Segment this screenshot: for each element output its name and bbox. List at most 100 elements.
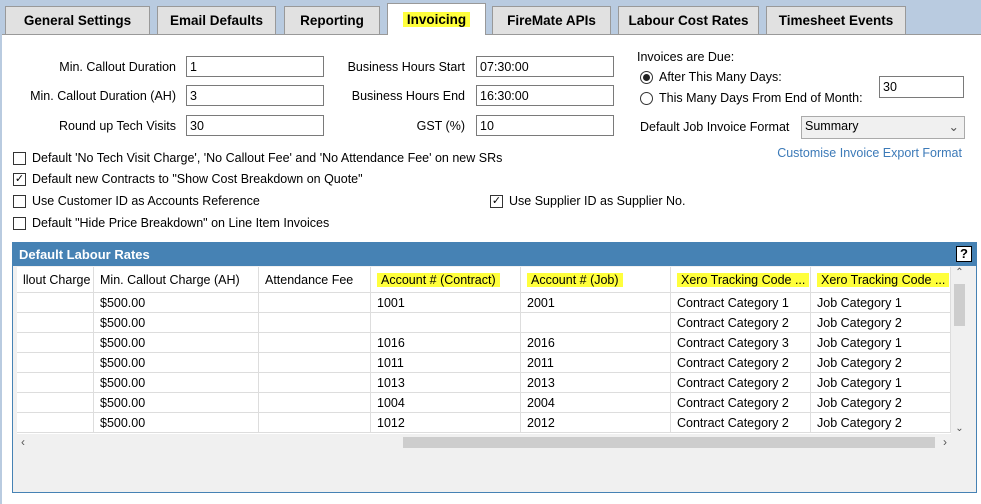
checkbox-label: Default "Hide Price Breakdown" on Line I…	[32, 216, 330, 230]
column-header[interactable]: Attendance Fee	[259, 267, 371, 292]
format-select[interactable]: Summary ⌄	[801, 116, 965, 139]
gst-input[interactable]	[476, 115, 614, 136]
table-row[interactable]: $500.00 1016 2016 Contract Category 3 Job Ca…	[17, 333, 951, 353]
table-cell: Contract Category 2	[671, 413, 811, 432]
table-cell	[521, 313, 671, 332]
table-cell	[17, 373, 94, 392]
bh-start-input[interactable]	[476, 56, 614, 77]
table-row[interactable]: $500.00 1013 2013 Contract Category 2 Job Ca…	[17, 373, 951, 393]
table-cell: 2001	[521, 293, 671, 312]
table-cell: 2016	[521, 333, 671, 352]
tab-timesheet-events[interactable]: Timesheet Events	[766, 6, 906, 34]
cell-text: 2001	[527, 296, 555, 310]
table-cell	[17, 413, 94, 432]
option-checkbox[interactable]: ✓ Default new Contracts to "Show Cost Bre…	[13, 172, 363, 186]
help-icon[interactable]: ?	[956, 246, 972, 262]
tab-general-settings[interactable]: General Settings	[5, 6, 150, 34]
table-cell: Contract Category 2	[671, 393, 811, 412]
table-row[interactable]: $500.00 1001 2001 Contract Category 1 Job Ca…	[17, 293, 951, 313]
cell-text: Min. Callout Charge (AH)	[100, 273, 240, 287]
table-cell: $500.00	[94, 313, 259, 332]
format-label: Default Job Invoice Format	[640, 120, 790, 134]
column-header[interactable]: Account # (Job)	[521, 267, 671, 292]
table-cell: Contract Category 1	[671, 293, 811, 312]
table-cell: Job Category 2	[811, 393, 951, 412]
vertical-scrollbar[interactable]: ⌃ ⌄	[951, 267, 968, 434]
scroll-thumb[interactable]	[954, 284, 965, 326]
table-cell	[259, 373, 371, 392]
radio-icon	[640, 70, 653, 84]
table-cell	[17, 293, 94, 312]
tab-label: Labour Cost Rates	[628, 13, 749, 28]
table-cell	[259, 313, 371, 332]
tab-reporting[interactable]: Reporting	[284, 6, 380, 34]
radio-after-days[interactable]: After This Many Days:	[640, 70, 782, 84]
scroll-thumb[interactable]	[403, 437, 935, 448]
table-row[interactable]: $500.00 1012 2012 Contract Category 2 Job Ca…	[17, 413, 951, 433]
option-checkbox[interactable]: Use Customer ID as Accounts Reference	[13, 194, 260, 208]
cell-text: 1016	[377, 336, 405, 350]
table-cell	[259, 393, 371, 412]
table-cell: $500.00	[94, 293, 259, 312]
scroll-up-icon[interactable]: ⌃	[951, 267, 968, 284]
column-header[interactable]: Min. Callout Charge (AH)	[94, 267, 259, 292]
cell-text: $500.00	[100, 396, 146, 410]
table-cell: 1004	[371, 393, 521, 412]
table-cell: Job Category 2	[811, 413, 951, 432]
column-header[interactable]: Xero Tracking Code ...	[811, 267, 951, 292]
gst-label: GST (%)	[416, 119, 465, 133]
option-checkbox[interactable]: Default 'No Tech Visit Charge', 'No Call…	[13, 151, 502, 165]
table-row[interactable]: $500.00 1011 2011 Contract Category 2 Job Ca…	[17, 353, 951, 373]
table-cell	[17, 353, 94, 372]
radio-end-of-month[interactable]: This Many Days From End of Month:	[640, 91, 863, 105]
table-cell: $500.00	[94, 413, 259, 432]
tab-label: Reporting	[300, 13, 364, 28]
table-row[interactable]: $500.00 Contract Category 2 Job Category 2	[17, 313, 951, 333]
cell-text: $500.00	[100, 316, 146, 330]
scroll-right-icon[interactable]: ›	[943, 435, 947, 449]
tab-firemate-apis[interactable]: FireMate APIs	[492, 6, 611, 34]
scroll-down-icon[interactable]: ⌄	[951, 423, 968, 434]
cell-text: 2016	[527, 336, 555, 350]
tab-email-defaults[interactable]: Email Defaults	[157, 6, 276, 34]
cell-text: 1004	[377, 396, 405, 410]
checkbox-icon	[13, 151, 26, 165]
cell-text: Job Category 2	[817, 356, 902, 370]
column-header[interactable]: Account # (Contract)	[371, 267, 521, 292]
tab-invoicing[interactable]: Invoicing	[387, 3, 486, 35]
tab-label: Email Defaults	[169, 13, 264, 28]
days-input[interactable]	[879, 76, 964, 98]
table-cell: Job Category 1	[811, 333, 951, 352]
cell-text: Contract Category 3	[677, 336, 789, 350]
option-checkbox[interactable]: ✓ Use Supplier ID as Supplier No.	[490, 194, 685, 208]
column-header[interactable]: llout Charge	[17, 267, 94, 292]
cell-text: Xero Tracking Code ...	[677, 273, 810, 287]
table-cell	[371, 313, 521, 332]
checkbox-icon: ✓	[490, 194, 503, 208]
cell-text: Attendance Fee	[265, 273, 354, 287]
radio-label: After This Many Days:	[659, 70, 782, 84]
cell-text: Contract Category 2	[677, 356, 789, 370]
min-callout-label: Min. Callout Duration	[59, 60, 176, 74]
customise-export-link[interactable]: Customise Invoice Export Format	[777, 146, 962, 160]
scroll-left-icon[interactable]: ‹	[21, 435, 25, 449]
cell-text: Job Category 2	[817, 316, 902, 330]
rates-table: llout Charge Min. Callout Charge (AH) Atte…	[17, 267, 951, 434]
format-value: Summary	[805, 119, 859, 133]
table-cell: Contract Category 2	[671, 313, 811, 332]
horizontal-scrollbar[interactable]: ‹ ›	[17, 434, 968, 451]
column-header[interactable]: Xero Tracking Code ...	[671, 267, 811, 292]
bh-end-input[interactable]	[476, 85, 614, 106]
table-cell: Contract Category 2	[671, 373, 811, 392]
table-cell: 1011	[371, 353, 521, 372]
cell-text: Account # (Job)	[527, 273, 623, 287]
tab-label: FireMate APIs	[507, 13, 596, 28]
cell-text: $500.00	[100, 296, 146, 310]
cell-text: Job Category 1	[817, 376, 902, 390]
option-checkbox[interactable]: Default "Hide Price Breakdown" on Line I…	[13, 216, 329, 230]
cell-text: $500.00	[100, 376, 146, 390]
table-cell: Job Category 1	[811, 293, 951, 312]
table-row[interactable]: $500.00 1004 2004 Contract Category 2 Job Ca…	[17, 393, 951, 413]
table-cell: $500.00	[94, 373, 259, 392]
tab-labour-cost-rates[interactable]: Labour Cost Rates	[618, 6, 759, 34]
